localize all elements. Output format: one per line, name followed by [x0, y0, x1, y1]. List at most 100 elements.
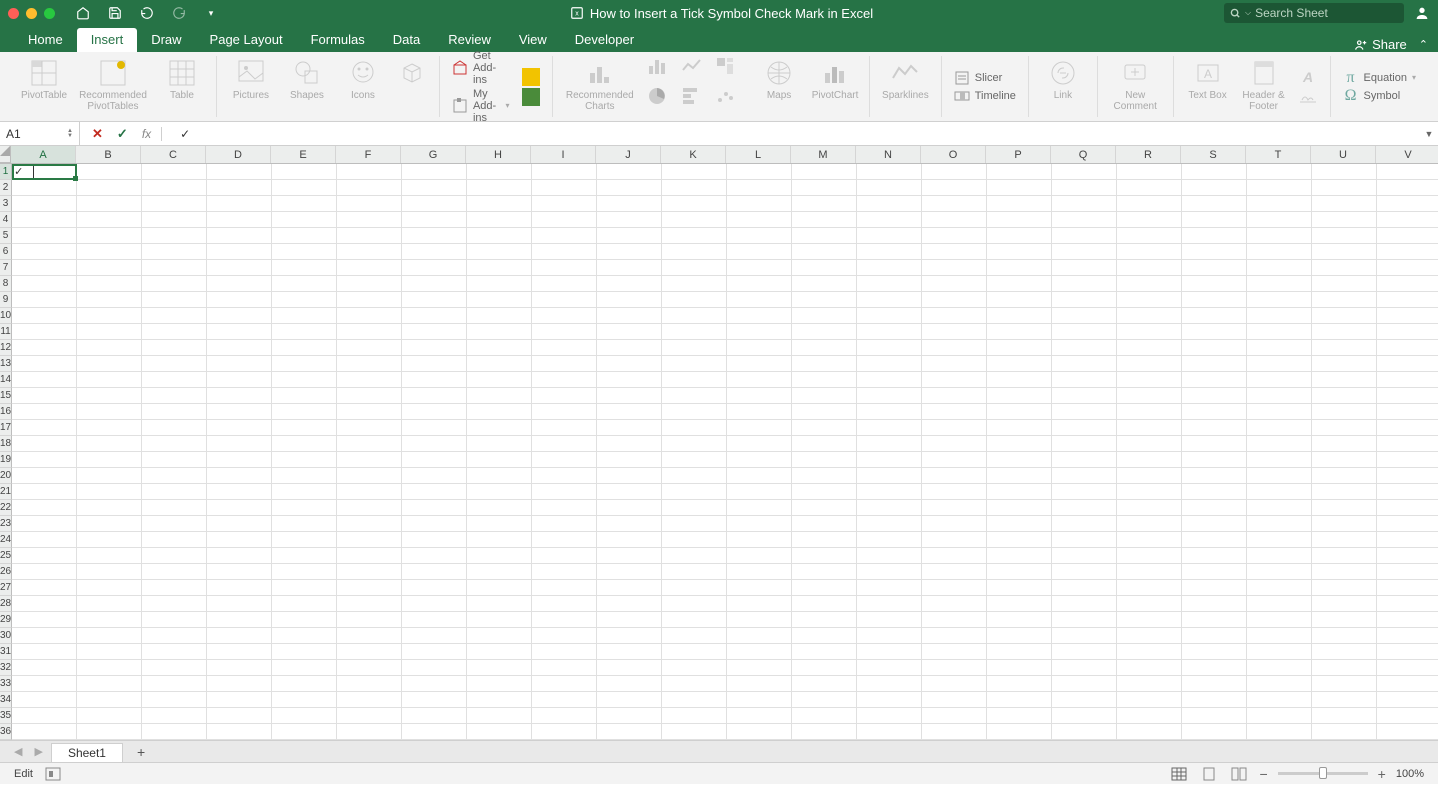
column-header[interactable]: M [791, 146, 856, 163]
cell[interactable] [467, 612, 532, 627]
cell[interactable] [77, 372, 142, 387]
cell[interactable] [922, 340, 987, 355]
link-button[interactable]: Link [1041, 56, 1085, 101]
cell[interactable] [77, 180, 142, 195]
cell[interactable] [662, 244, 727, 259]
cell[interactable] [1117, 660, 1182, 675]
bar-chart-icon[interactable] [681, 86, 711, 112]
cell[interactable] [1052, 212, 1117, 227]
column-header[interactable]: T [1246, 146, 1311, 163]
cell[interactable] [857, 532, 922, 547]
pictures-button[interactable]: Pictures [229, 56, 273, 101]
cell[interactable] [207, 564, 272, 579]
cell[interactable] [467, 372, 532, 387]
cell[interactable] [207, 420, 272, 435]
cell[interactable] [727, 212, 792, 227]
cell[interactable] [337, 356, 402, 371]
cell[interactable] [1052, 388, 1117, 403]
cell[interactable] [402, 340, 467, 355]
cell[interactable] [857, 356, 922, 371]
cell[interactable] [1052, 468, 1117, 483]
cell[interactable] [597, 324, 662, 339]
cell[interactable] [142, 644, 207, 659]
cell[interactable] [1247, 308, 1312, 323]
cell[interactable] [1182, 500, 1247, 515]
cell[interactable] [857, 644, 922, 659]
cell[interactable] [597, 276, 662, 291]
cell[interactable] [142, 292, 207, 307]
cell[interactable] [1182, 708, 1247, 723]
tab-home[interactable]: Home [14, 28, 77, 52]
cell[interactable] [337, 404, 402, 419]
page-break-view-icon[interactable] [1229, 766, 1249, 782]
cell[interactable] [402, 180, 467, 195]
row-header[interactable]: 25 [0, 548, 12, 564]
page-layout-view-icon[interactable] [1199, 766, 1219, 782]
cell[interactable] [727, 612, 792, 627]
cell[interactable] [662, 356, 727, 371]
expand-formula-bar-icon[interactable]: ▼ [1420, 129, 1438, 139]
cell[interactable] [1052, 612, 1117, 627]
cell[interactable] [1182, 164, 1247, 179]
cell[interactable] [532, 340, 597, 355]
cell[interactable] [467, 340, 532, 355]
cell[interactable] [1377, 692, 1438, 707]
cell[interactable] [402, 484, 467, 499]
row-header[interactable]: 12 [0, 340, 12, 356]
cell[interactable] [467, 660, 532, 675]
cell[interactable] [1117, 260, 1182, 275]
cell[interactable] [1182, 484, 1247, 499]
cell[interactable] [922, 564, 987, 579]
cell[interactable] [597, 516, 662, 531]
cell[interactable] [12, 724, 77, 739]
cell[interactable] [337, 212, 402, 227]
cell[interactable] [727, 676, 792, 691]
column-header[interactable]: F [336, 146, 401, 163]
cell[interactable] [1052, 340, 1117, 355]
cell[interactable] [12, 228, 77, 243]
cell[interactable] [142, 276, 207, 291]
cell[interactable] [792, 244, 857, 259]
tab-insert[interactable]: Insert [77, 28, 138, 52]
cell[interactable] [922, 372, 987, 387]
cell[interactable] [922, 580, 987, 595]
cell[interactable] [1377, 548, 1438, 563]
cell[interactable] [272, 308, 337, 323]
cell[interactable] [922, 468, 987, 483]
cell[interactable] [207, 372, 272, 387]
cell[interactable] [857, 228, 922, 243]
row-header[interactable]: 30 [0, 628, 12, 644]
cell[interactable] [857, 676, 922, 691]
cell[interactable] [857, 724, 922, 739]
cell[interactable] [77, 612, 142, 627]
cell[interactable] [1052, 516, 1117, 531]
column-header[interactable]: I [531, 146, 596, 163]
cell[interactable] [922, 484, 987, 499]
cell[interactable] [597, 452, 662, 467]
cell[interactable] [1117, 676, 1182, 691]
cell[interactable] [142, 212, 207, 227]
cell[interactable] [987, 564, 1052, 579]
cell[interactable] [922, 180, 987, 195]
cell[interactable] [77, 708, 142, 723]
cell[interactable] [402, 372, 467, 387]
cell[interactable] [337, 436, 402, 451]
cell[interactable] [1117, 372, 1182, 387]
row-header[interactable]: 14 [0, 372, 12, 388]
cell[interactable] [1247, 164, 1312, 179]
cell[interactable] [987, 260, 1052, 275]
cell[interactable] [402, 388, 467, 403]
cell[interactable] [1052, 164, 1117, 179]
cell[interactable] [1247, 660, 1312, 675]
cell[interactable] [1052, 532, 1117, 547]
cell[interactable] [1377, 468, 1438, 483]
cell[interactable] [272, 244, 337, 259]
cell[interactable] [272, 628, 337, 643]
cell[interactable] [597, 708, 662, 723]
row-header[interactable]: 9 [0, 292, 12, 308]
row-header[interactable]: 26 [0, 564, 12, 580]
cell[interactable] [1182, 580, 1247, 595]
cell[interactable] [1182, 228, 1247, 243]
cell[interactable] [662, 500, 727, 515]
cell[interactable] [207, 692, 272, 707]
